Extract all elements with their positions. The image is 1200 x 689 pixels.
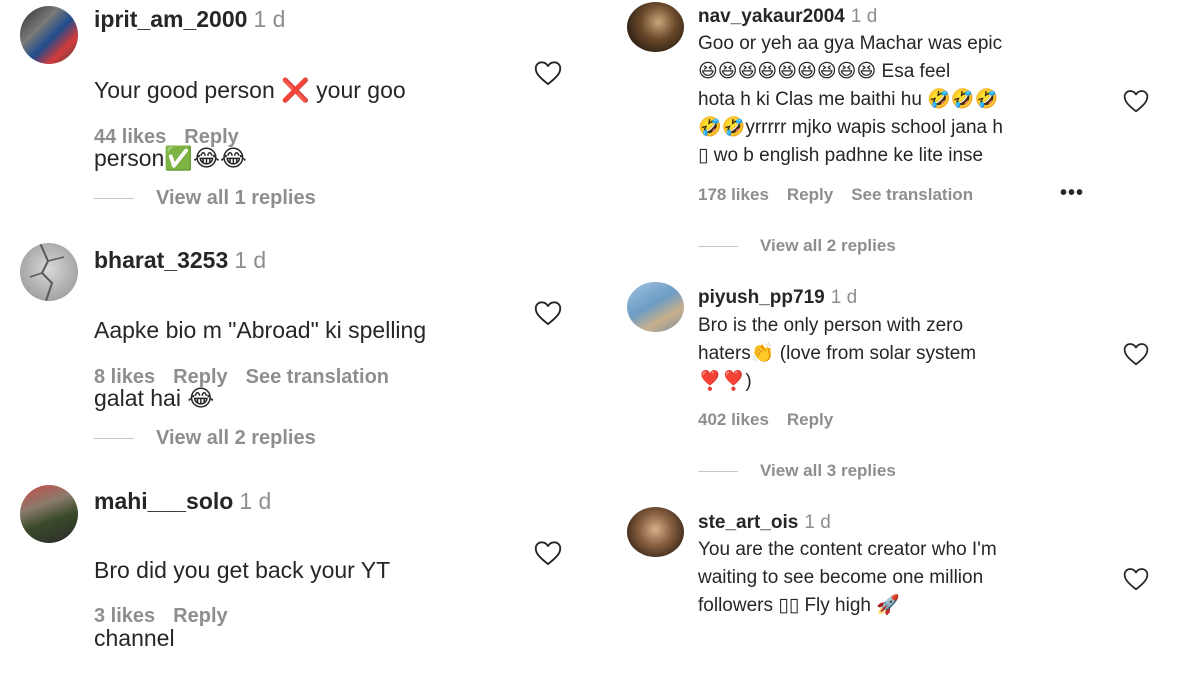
- likes-count[interactable]: 44 likes: [94, 126, 166, 149]
- comment-text: You are the content creator who I'm wait…: [698, 539, 997, 616]
- username[interactable]: ste_art_ois: [698, 512, 798, 533]
- heart-icon[interactable]: [534, 300, 562, 326]
- divider-line: [698, 470, 738, 472]
- username[interactable]: piyush_pp719: [698, 287, 825, 308]
- comment-meta: 3 likes Reply: [94, 605, 228, 628]
- username[interactable]: iprit_am_2000: [94, 6, 247, 32]
- avatar[interactable]: [627, 507, 684, 557]
- likes-count[interactable]: 8 likes: [94, 366, 155, 389]
- comment-header: mahi___solo 1 d: [94, 488, 271, 515]
- comment-header: ste_art_ois 1 d: [698, 512, 831, 534]
- view-replies-label: View all 3 replies: [760, 461, 896, 480]
- likes-count[interactable]: 3 likes: [94, 605, 155, 628]
- avatar[interactable]: [20, 485, 78, 543]
- heart-icon[interactable]: [534, 540, 562, 566]
- avatar[interactable]: [627, 2, 684, 52]
- comment-text: Goo or yeh aa gya Machar was epic 😆😆😆😆😆😆…: [698, 33, 1003, 166]
- divider-line: [94, 438, 134, 439]
- username[interactable]: mahi___solo: [94, 488, 233, 514]
- comment-header: iprit_am_2000 1 d: [94, 6, 285, 33]
- reply-button[interactable]: Reply: [787, 410, 833, 430]
- view-replies-button[interactable]: View all 2 replies: [698, 236, 896, 256]
- username[interactable]: bharat_3253: [94, 247, 228, 273]
- heart-icon[interactable]: [1123, 342, 1149, 366]
- view-replies-label: View all 2 replies: [156, 427, 316, 449]
- avatar[interactable]: [20, 243, 78, 301]
- comment-text-line: Aapke bio m "Abroad" ki spelling: [94, 317, 427, 343]
- timestamp: 1 d: [239, 488, 272, 514]
- comment-text: Bro did you get back your YT channel: [94, 519, 504, 689]
- comment-text: Aapke bio m "Abroad" ki spelling galat h…: [94, 279, 504, 449]
- cracked-image-icon: [29, 243, 65, 301]
- reply-button[interactable]: Reply: [184, 126, 238, 149]
- see-translation-button[interactable]: See translation: [246, 366, 389, 389]
- reply-button[interactable]: Reply: [173, 366, 227, 389]
- comment-meta: 402 likes Reply: [698, 410, 833, 430]
- comment-header: nav_yakaur2004 1 d: [698, 6, 877, 28]
- timestamp: 1 d: [804, 512, 831, 533]
- likes-count[interactable]: 178 likes: [698, 185, 769, 205]
- timestamp: 1 d: [850, 6, 878, 27]
- heart-icon[interactable]: [534, 60, 562, 86]
- more-options-icon[interactable]: •••: [1060, 182, 1084, 205]
- timestamp: 1 d: [253, 6, 286, 32]
- view-replies-label: View all 1 replies: [156, 187, 316, 209]
- username[interactable]: nav_yakaur2004: [698, 6, 845, 27]
- comment-text: Bro is the only person with zero haters👏…: [698, 315, 977, 392]
- reply-button[interactable]: Reply: [787, 185, 833, 205]
- divider-line: [94, 198, 134, 199]
- comment-meta: 44 likes Reply: [94, 126, 239, 149]
- timestamp: 1 d: [234, 247, 267, 273]
- comment-meta: 178 likes Reply See translation: [698, 185, 973, 205]
- divider-line: [698, 245, 738, 247]
- timestamp: 1 d: [830, 287, 858, 308]
- comment-text: Your good person ❌ your goo person✅😂😂: [94, 39, 504, 209]
- avatar[interactable]: [20, 6, 78, 64]
- view-replies-button[interactable]: View all 1 replies: [94, 187, 316, 210]
- avatar[interactable]: [627, 282, 684, 332]
- view-replies-button[interactable]: View all 2 replies: [94, 427, 316, 450]
- reply-button[interactable]: Reply: [173, 605, 227, 628]
- heart-icon[interactable]: [1123, 89, 1149, 113]
- comment-header: bharat_3253 1 d: [94, 247, 266, 274]
- likes-count[interactable]: 402 likes: [698, 410, 769, 430]
- comment-meta: 8 likes Reply See translation: [94, 366, 389, 389]
- comment-header: piyush_pp719 1 d: [698, 287, 857, 309]
- comment-text-line: Your good person ❌ your goo: [94, 77, 406, 103]
- view-replies-label: View all 2 replies: [760, 236, 896, 255]
- see-translation-button[interactable]: See translation: [851, 185, 973, 205]
- view-replies-button[interactable]: View all 3 replies: [698, 461, 896, 481]
- comment-text-line: Bro did you get back your YT: [94, 557, 391, 583]
- heart-icon[interactable]: [1123, 567, 1149, 591]
